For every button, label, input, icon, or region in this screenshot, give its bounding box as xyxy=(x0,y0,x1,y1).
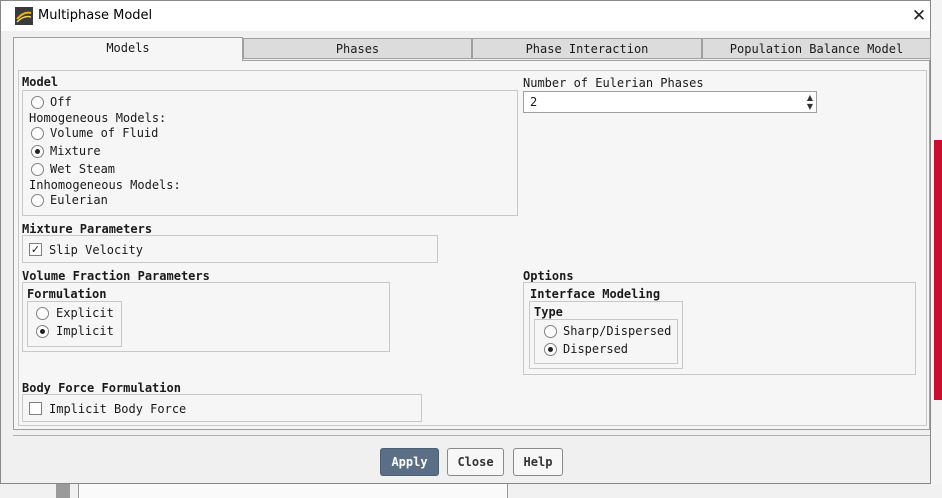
model-section-label: Model xyxy=(22,75,59,89)
apply-button[interactable]: Apply xyxy=(380,448,439,476)
radio-sharp-dispersed[interactable] xyxy=(544,325,557,338)
eulerian-phases-value: 2 xyxy=(530,95,538,109)
radio-implicit-label: Implicit xyxy=(56,324,114,338)
multiphase-dialog: Multiphase Model ✕ Phases Phase Interact… xyxy=(0,0,931,484)
eulerian-phases-label: Number of Eulerian Phases xyxy=(523,76,704,90)
close-button[interactable]: Close xyxy=(447,448,504,476)
background-app-red-strip xyxy=(934,140,942,400)
radio-dispersed-label: Dispersed xyxy=(563,342,629,356)
background-app-scroll-thumb xyxy=(56,484,70,498)
homogeneous-models-label: Homogeneous Models: xyxy=(29,111,167,125)
implicit-body-force-label: Implicit Body Force xyxy=(49,402,187,416)
close-icon[interactable]: ✕ xyxy=(908,5,930,27)
tab-phase-interaction[interactable]: Phase Interaction xyxy=(472,38,702,59)
spin-down-icon[interactable]: ▼ xyxy=(804,102,816,111)
radio-sharp-dispersed-label: Sharp/Dispersed xyxy=(563,324,672,338)
inhomogeneous-models-label: Inhomogeneous Models: xyxy=(29,178,181,192)
radio-eulerian-label: Eulerian xyxy=(50,193,108,207)
radio-off-label: Off xyxy=(50,95,72,109)
title-bar[interactable]: Multiphase Model ✕ xyxy=(1,1,930,31)
tab-models[interactable]: Models xyxy=(13,37,243,61)
options-label: Options xyxy=(523,269,574,283)
radio-wet-steam-label: Wet Steam xyxy=(50,162,116,176)
radio-off[interactable] xyxy=(31,96,44,109)
fluent-app-icon xyxy=(15,7,33,25)
help-button[interactable]: Help xyxy=(513,448,563,476)
radio-wet-steam[interactable] xyxy=(31,163,44,176)
interface-modeling-label: Interface Modeling xyxy=(530,287,661,301)
window-title: Multiphase Model xyxy=(38,8,153,23)
mixture-parameters-label: Mixture Parameters xyxy=(22,222,153,236)
radio-mixture-label: Mixture xyxy=(50,144,101,158)
volume-fraction-parameters-label: Volume Fraction Parameters xyxy=(22,269,210,283)
background-app-panel xyxy=(78,484,508,498)
footer-separator xyxy=(13,435,930,436)
eulerian-phases-spinner[interactable]: 2 ▲ ▼ xyxy=(523,91,817,113)
radio-volume-of-fluid[interactable] xyxy=(31,127,44,140)
tab-phases[interactable]: Phases xyxy=(243,38,472,59)
type-label: Type xyxy=(534,305,563,319)
radio-mixture[interactable] xyxy=(31,145,44,158)
slip-velocity-checkbox[interactable]: ✓ xyxy=(29,243,42,256)
radio-explicit-label: Explicit xyxy=(56,306,114,320)
body-force-formulation-label: Body Force Formulation xyxy=(22,381,181,395)
radio-volume-of-fluid-label: Volume of Fluid xyxy=(50,126,159,140)
slip-velocity-label: Slip Velocity xyxy=(49,243,143,257)
tab-population-balance-model[interactable]: Population Balance Model xyxy=(702,38,931,59)
radio-implicit[interactable] xyxy=(36,325,49,338)
implicit-body-force-checkbox[interactable] xyxy=(29,402,42,415)
radio-explicit[interactable] xyxy=(36,307,49,320)
radio-dispersed[interactable] xyxy=(544,343,557,356)
radio-eulerian[interactable] xyxy=(31,194,44,207)
formulation-label: Formulation xyxy=(27,287,107,301)
spin-up-icon[interactable]: ▲ xyxy=(804,93,816,102)
